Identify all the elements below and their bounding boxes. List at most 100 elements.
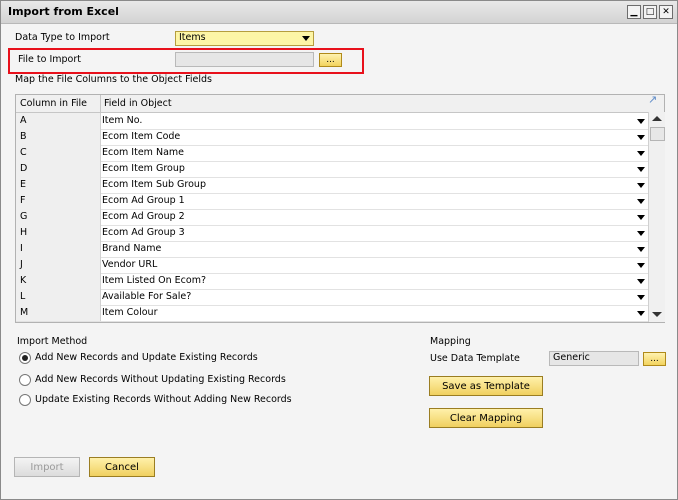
table-row[interactable]: K Item Listed On Ecom? [16,273,648,290]
window-title: Import from Excel [8,5,119,18]
chevron-down-icon[interactable] [637,119,645,124]
template-value: Generic [553,352,590,363]
table-header: Column in File Field in Object [16,95,664,113]
column-letter: L [20,291,26,302]
maximize-icon[interactable]: □ [643,5,657,19]
table-row[interactable]: C Ecom Item Name [16,145,648,162]
save-as-template-button[interactable]: Save as Template [429,376,543,396]
clear-mapping-button[interactable]: Clear Mapping [429,408,543,428]
data-type-select[interactable]: Items [175,31,314,46]
column-cell: B [16,129,101,145]
browse-template-button[interactable]: ... [643,352,666,366]
table-row[interactable]: E Ecom Item Sub Group [16,177,648,194]
title-bar[interactable]: Import from Excel ▁ □ ✕ [1,1,677,24]
table-row[interactable]: D Ecom Item Group [16,161,648,178]
header-divider [100,95,101,112]
column-header-col: Column in File [20,98,87,109]
field-value[interactable]: Ecom Ad Group 1 [102,195,185,206]
field-value[interactable]: Ecom Item Sub Group [102,179,206,190]
import-method-label: Import Method [17,336,88,347]
chevron-down-icon[interactable] [637,167,645,172]
column-letter: J [20,259,23,270]
file-path-field[interactable] [175,52,314,67]
table-row[interactable]: M Item Colour [16,305,648,322]
chevron-down-icon[interactable] [637,151,645,156]
scroll-down-icon[interactable] [652,312,662,317]
chevron-down-icon[interactable] [637,263,645,268]
column-letter: G [20,211,28,222]
field-value[interactable]: Item Listed On Ecom? [102,275,206,286]
column-cell: H [16,225,101,241]
column-cell: K [16,273,101,289]
minimize-icon[interactable]: ▁ [627,5,641,19]
field-value[interactable]: Brand Name [102,243,161,254]
option-update-no-add-label[interactable]: Update Existing Records Without Adding N… [35,394,292,405]
field-value[interactable]: Ecom Item Group [102,163,185,174]
chevron-down-icon[interactable] [637,279,645,284]
field-value[interactable]: Ecom Ad Group 2 [102,211,185,222]
chevron-down-icon[interactable] [637,135,645,140]
table-row[interactable]: J Vendor URL [16,257,648,274]
column-letter: D [20,163,28,174]
radio-update-no-add[interactable] [19,394,31,406]
chevron-down-icon[interactable] [637,215,645,220]
import-button[interactable]: Import [14,457,80,477]
column-cell: G [16,209,101,225]
scroll-up-icon[interactable] [652,116,662,121]
option-add-no-update-label[interactable]: Add New Records Without Updating Existin… [35,374,286,385]
data-type-value: Items [179,32,206,43]
scroll-thumb[interactable] [650,127,665,141]
column-letter: H [20,227,28,238]
chevron-down-icon[interactable] [637,183,645,188]
column-header-field: Field in Object [104,98,172,109]
radio-add-no-update[interactable] [19,374,31,386]
table-row[interactable]: I Brand Name [16,241,648,258]
table-row[interactable]: G Ecom Ad Group 2 [16,209,648,226]
mapping-table: Column in File Field in Object ↗ A Item N… [15,93,665,323]
chevron-down-icon [302,36,310,41]
close-icon[interactable]: ✕ [659,5,673,19]
column-letter: B [20,131,27,142]
column-letter: A [20,115,27,126]
column-letter: K [20,275,27,286]
cancel-button[interactable]: Cancel [89,457,155,477]
field-value[interactable]: Available For Sale? [102,291,191,302]
column-cell: J [16,257,101,273]
vertical-scrollbar[interactable] [648,112,665,322]
field-value[interactable]: Item No. [102,115,142,126]
field-value[interactable]: Ecom Item Code [102,131,180,142]
column-cell: A [16,113,101,129]
data-type-label: Data Type to Import [15,32,110,43]
column-cell: C [16,145,101,161]
chevron-down-icon[interactable] [637,199,645,204]
field-value[interactable]: Ecom Ad Group 3 [102,227,185,238]
chevron-down-icon[interactable] [637,311,645,316]
field-value[interactable]: Vendor URL [102,259,157,270]
chevron-down-icon[interactable] [637,231,645,236]
use-data-template-label: Use Data Template [430,353,520,364]
browse-file-button[interactable]: ... [319,53,342,67]
table-row[interactable]: H Ecom Ad Group 3 [16,225,648,242]
column-letter: I [20,243,23,254]
column-cell: M [16,305,101,321]
table-row[interactable]: F Ecom Ad Group 1 [16,193,648,210]
expand-icon[interactable]: ↗ [648,93,660,106]
column-cell: I [16,241,101,257]
column-cell: F [16,193,101,209]
template-field[interactable]: Generic [549,351,639,366]
column-letter: M [20,307,29,318]
field-value[interactable]: Item Colour [102,307,157,318]
column-letter: C [20,147,27,158]
field-value[interactable]: Ecom Item Name [102,147,184,158]
table-row[interactable]: L Available For Sale? [16,289,648,306]
table-row[interactable]: A Item No. [16,113,648,130]
column-letter: F [20,195,26,206]
radio-add-update[interactable] [19,352,31,364]
file-to-import-label: File to Import [18,54,82,65]
chevron-down-icon[interactable] [637,295,645,300]
option-add-update-label[interactable]: Add New Records and Update Existing Reco… [35,352,258,363]
column-cell: E [16,177,101,193]
chevron-down-icon[interactable] [637,247,645,252]
table-row[interactable]: B Ecom Item Code [16,129,648,146]
column-letter: E [20,179,27,190]
